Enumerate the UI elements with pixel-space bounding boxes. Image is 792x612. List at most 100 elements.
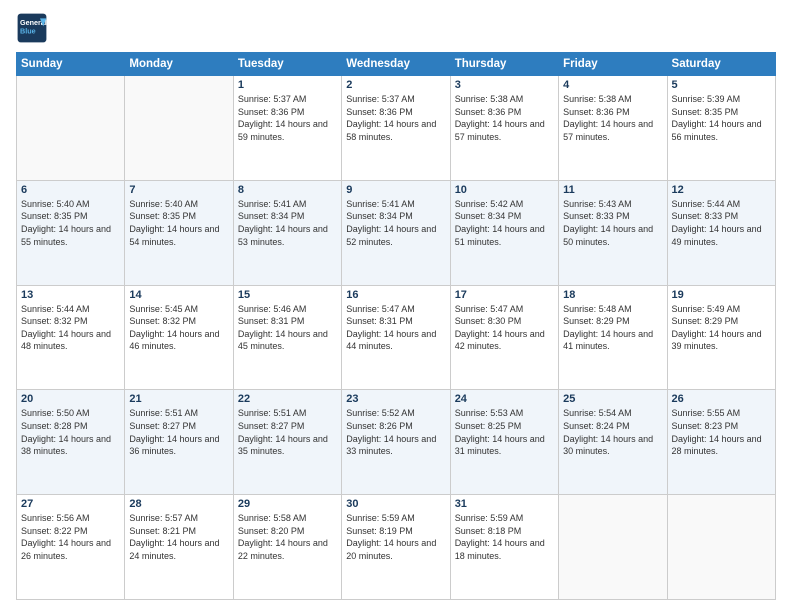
calendar-cell: 17 Sunrise: 5:47 AM Sunset: 8:30 PM Dayli… <box>450 285 558 390</box>
calendar-cell: 11Sunrise: 5:43 AM Sunset: 8:33 PM Dayli… <box>559 180 667 285</box>
svg-text:Blue: Blue <box>20 27 36 36</box>
day-number: 8 <box>238 184 337 196</box>
day-info: Sunrise: 5:40 AM Sunset: 8:35 PM Dayligh… <box>129 198 228 248</box>
day-number: 7 <box>129 184 228 196</box>
day-info: Sunrise: 5:54 AM Sunset: 8:24 PM Dayligh… <box>563 407 662 457</box>
calendar-cell: 16 Sunrise: 5:47 AM Sunset: 8:31 PM Dayli… <box>342 285 450 390</box>
calendar-cell: 21 Sunrise: 5:51 AM Sunset: 8:27 PM Dayli… <box>125 390 233 495</box>
calendar-cell: 7 Sunrise: 5:40 AM Sunset: 8:35 PM Daylig… <box>125 180 233 285</box>
day-info: Sunrise: 5:47 AM Sunset: 8:30 PM Dayligh… <box>455 303 554 353</box>
day-info: Sunrise: 5:51 AM Sunset: 8:27 PM Dayligh… <box>129 407 228 457</box>
day-number: 27 <box>21 498 120 510</box>
day-info: Sunrise: 5:49 AM Sunset: 8:29 PM Dayligh… <box>672 303 771 353</box>
calendar-cell: 15 Sunrise: 5:46 AM Sunset: 8:31 PM Dayli… <box>233 285 341 390</box>
calendar-cell: 6 Sunrise: 5:40 AM Sunset: 8:35 PM Daylig… <box>17 180 125 285</box>
day-number: 19 <box>672 289 771 301</box>
calendar-cell <box>125 76 233 181</box>
day-number: 12 <box>672 184 771 196</box>
calendar-cell: 20 Sunrise: 5:50 AM Sunset: 8:28 PM Dayli… <box>17 390 125 495</box>
calendar-cell: 27 Sunrise: 5:56 AM Sunset: 8:22 PM Dayli… <box>17 495 125 600</box>
calendar-cell: 5Sunrise: 5:39 AM Sunset: 8:35 PM Daylig… <box>667 76 775 181</box>
day-number: 13 <box>21 289 120 301</box>
day-info: Sunrise: 5:48 AM Sunset: 8:29 PM Dayligh… <box>563 303 662 353</box>
calendar-cell: 18 Sunrise: 5:48 AM Sunset: 8:29 PM Dayli… <box>559 285 667 390</box>
day-number: 29 <box>238 498 337 510</box>
day-number: 21 <box>129 393 228 405</box>
calendar-cell: 2 Sunrise: 5:37 AM Sunset: 8:36 PM Daylig… <box>342 76 450 181</box>
calendar-header-thursday: Thursday <box>450 53 558 76</box>
calendar-cell <box>667 495 775 600</box>
day-info: Sunrise: 5:44 AM Sunset: 8:32 PM Dayligh… <box>21 303 120 353</box>
day-number: 16 <box>346 289 445 301</box>
day-info: Sunrise: 5:46 AM Sunset: 8:31 PM Dayligh… <box>238 303 337 353</box>
calendar-cell: 25 Sunrise: 5:54 AM Sunset: 8:24 PM Dayli… <box>559 390 667 495</box>
calendar-table: SundayMondayTuesdayWednesdayThursdayFrid… <box>16 52 776 600</box>
header: General Blue <box>16 12 776 44</box>
day-number: 18 <box>563 289 662 301</box>
day-info: Sunrise: 5:39 AM Sunset: 8:35 PM Dayligh… <box>672 93 771 143</box>
day-info: Sunrise: 5:53 AM Sunset: 8:25 PM Dayligh… <box>455 407 554 457</box>
calendar-cell: 8 Sunrise: 5:41 AM Sunset: 8:34 PM Daylig… <box>233 180 341 285</box>
day-number: 9 <box>346 184 445 196</box>
page: General Blue SundayMondayTuesdayWednesda… <box>0 0 792 612</box>
calendar-cell: 22Sunrise: 5:51 AM Sunset: 8:27 PM Dayli… <box>233 390 341 495</box>
calendar-cell: 28 Sunrise: 5:57 AM Sunset: 8:21 PM Dayli… <box>125 495 233 600</box>
day-number: 15 <box>238 289 337 301</box>
day-info: Sunrise: 5:47 AM Sunset: 8:31 PM Dayligh… <box>346 303 445 353</box>
calendar-header-friday: Friday <box>559 53 667 76</box>
calendar-cell: 14 Sunrise: 5:45 AM Sunset: 8:32 PM Dayli… <box>125 285 233 390</box>
day-number: 25 <box>563 393 662 405</box>
day-number: 28 <box>129 498 228 510</box>
day-info: Sunrise: 5:43 AM Sunset: 8:33 PM Dayligh… <box>563 198 662 248</box>
calendar-header-wednesday: Wednesday <box>342 53 450 76</box>
calendar-week-0: 1Sunrise: 5:37 AM Sunset: 8:36 PM Daylig… <box>17 76 776 181</box>
day-number: 10 <box>455 184 554 196</box>
day-info: Sunrise: 5:52 AM Sunset: 8:26 PM Dayligh… <box>346 407 445 457</box>
day-info: Sunrise: 5:59 AM Sunset: 8:19 PM Dayligh… <box>346 512 445 562</box>
calendar-cell: 4 Sunrise: 5:38 AM Sunset: 8:36 PM Daylig… <box>559 76 667 181</box>
day-number: 31 <box>455 498 554 510</box>
logo: General Blue <box>16 12 48 44</box>
calendar-cell: 9 Sunrise: 5:41 AM Sunset: 8:34 PM Daylig… <box>342 180 450 285</box>
day-number: 30 <box>346 498 445 510</box>
day-info: Sunrise: 5:38 AM Sunset: 8:36 PM Dayligh… <box>455 93 554 143</box>
day-number: 2 <box>346 79 445 91</box>
calendar-cell: 24Sunrise: 5:53 AM Sunset: 8:25 PM Dayli… <box>450 390 558 495</box>
day-number: 20 <box>21 393 120 405</box>
day-number: 26 <box>672 393 771 405</box>
calendar-header-tuesday: Tuesday <box>233 53 341 76</box>
day-info: Sunrise: 5:57 AM Sunset: 8:21 PM Dayligh… <box>129 512 228 562</box>
calendar-week-2: 13 Sunrise: 5:44 AM Sunset: 8:32 PM Dayli… <box>17 285 776 390</box>
day-info: Sunrise: 5:55 AM Sunset: 8:23 PM Dayligh… <box>672 407 771 457</box>
logo-icon: General Blue <box>16 12 48 44</box>
day-info: Sunrise: 5:41 AM Sunset: 8:34 PM Dayligh… <box>346 198 445 248</box>
day-info: Sunrise: 5:59 AM Sunset: 8:18 PM Dayligh… <box>455 512 554 562</box>
calendar-week-3: 20 Sunrise: 5:50 AM Sunset: 8:28 PM Dayli… <box>17 390 776 495</box>
day-number: 17 <box>455 289 554 301</box>
day-info: Sunrise: 5:38 AM Sunset: 8:36 PM Dayligh… <box>563 93 662 143</box>
calendar-cell: 26 Sunrise: 5:55 AM Sunset: 8:23 PM Dayli… <box>667 390 775 495</box>
day-number: 6 <box>21 184 120 196</box>
calendar-cell: 30 Sunrise: 5:59 AM Sunset: 8:19 PM Dayli… <box>342 495 450 600</box>
day-number: 3 <box>455 79 554 91</box>
day-info: Sunrise: 5:56 AM Sunset: 8:22 PM Dayligh… <box>21 512 120 562</box>
calendar-cell: 12 Sunrise: 5:44 AM Sunset: 8:33 PM Dayli… <box>667 180 775 285</box>
day-info: Sunrise: 5:40 AM Sunset: 8:35 PM Dayligh… <box>21 198 120 248</box>
day-number: 14 <box>129 289 228 301</box>
day-info: Sunrise: 5:44 AM Sunset: 8:33 PM Dayligh… <box>672 198 771 248</box>
calendar-cell: 10 Sunrise: 5:42 AM Sunset: 8:34 PM Dayli… <box>450 180 558 285</box>
calendar-header-monday: Monday <box>125 53 233 76</box>
calendar-cell: 1Sunrise: 5:37 AM Sunset: 8:36 PM Daylig… <box>233 76 341 181</box>
calendar-cell: 23Sunrise: 5:52 AM Sunset: 8:26 PM Dayli… <box>342 390 450 495</box>
day-number: 4 <box>563 79 662 91</box>
day-number: 22 <box>238 393 337 405</box>
day-info: Sunrise: 5:41 AM Sunset: 8:34 PM Dayligh… <box>238 198 337 248</box>
day-info: Sunrise: 5:42 AM Sunset: 8:34 PM Dayligh… <box>455 198 554 248</box>
calendar-cell: 29Sunrise: 5:58 AM Sunset: 8:20 PM Dayli… <box>233 495 341 600</box>
day-info: Sunrise: 5:45 AM Sunset: 8:32 PM Dayligh… <box>129 303 228 353</box>
calendar-cell <box>559 495 667 600</box>
day-info: Sunrise: 5:50 AM Sunset: 8:28 PM Dayligh… <box>21 407 120 457</box>
calendar-cell: 19 Sunrise: 5:49 AM Sunset: 8:29 PM Dayli… <box>667 285 775 390</box>
day-info: Sunrise: 5:37 AM Sunset: 8:36 PM Dayligh… <box>346 93 445 143</box>
calendar-cell <box>17 76 125 181</box>
